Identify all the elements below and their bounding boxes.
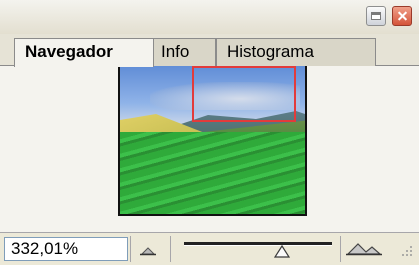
view-area-rectangle[interactable] xyxy=(192,66,296,122)
tab-histograma[interactable]: Histograma xyxy=(216,38,376,66)
close-icon[interactable] xyxy=(392,6,412,26)
zoom-percentage-input[interactable]: 332,01% xyxy=(4,237,128,261)
large-mountains-icon[interactable] xyxy=(344,239,384,259)
tab-navegador[interactable]: Navegador xyxy=(14,38,154,67)
divider xyxy=(130,236,131,262)
panel-title-bar xyxy=(0,0,419,34)
zoom-bar: 332,01% xyxy=(0,232,419,265)
tab-bar: Histograma Info Navegador » xyxy=(0,34,419,90)
zoom-slider-thumb[interactable] xyxy=(273,245,290,258)
minimize-icon[interactable] xyxy=(366,6,386,26)
resize-grip-icon[interactable] xyxy=(400,243,414,259)
divider xyxy=(340,236,341,262)
zoom-slider-track[interactable] xyxy=(184,242,332,246)
navigator-panel: Histograma Info Navegador » 332,01% xyxy=(0,0,419,265)
thumbnail-field xyxy=(120,132,305,214)
image-thumbnail[interactable] xyxy=(118,50,307,216)
tab-info[interactable]: Info xyxy=(150,38,216,66)
small-mountain-icon[interactable] xyxy=(134,241,164,259)
divider xyxy=(170,236,171,262)
